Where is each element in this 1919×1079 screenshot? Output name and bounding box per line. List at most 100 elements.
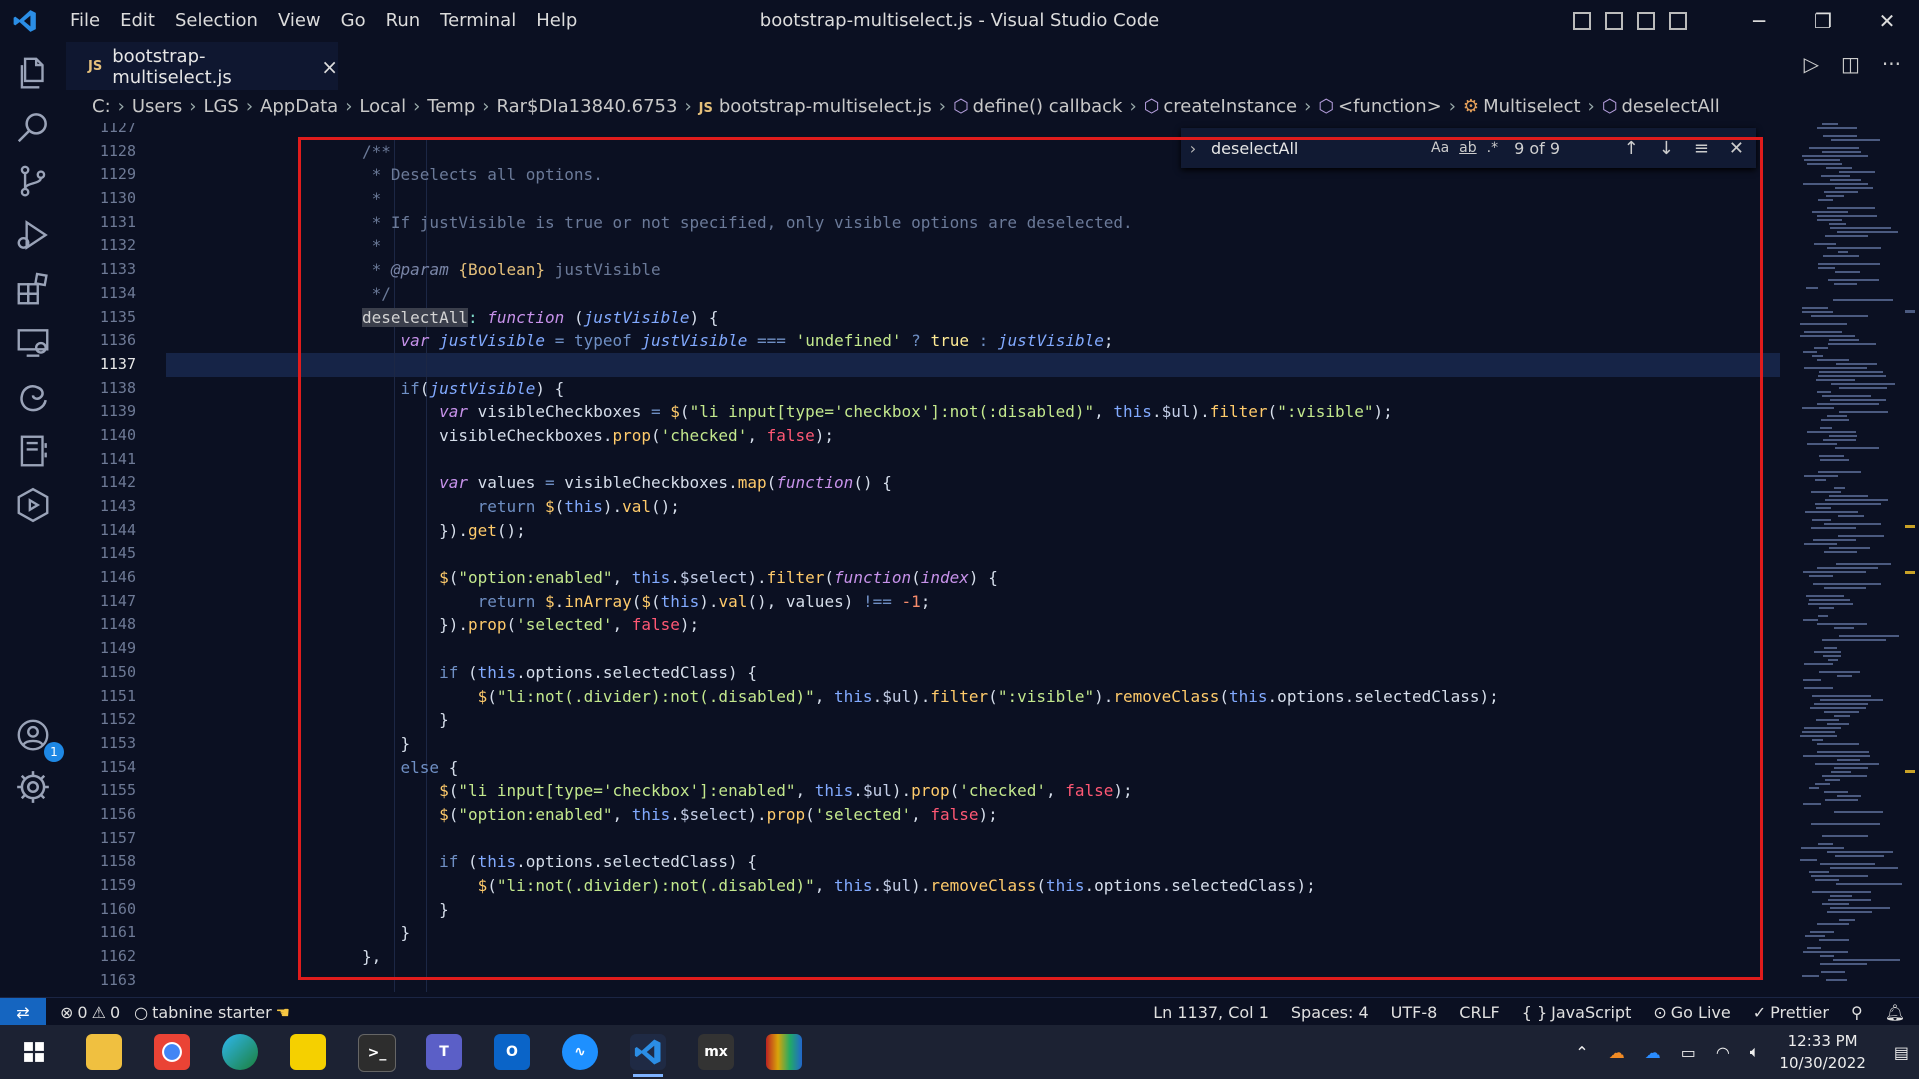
code-line[interactable]: $("li:not(.divider):not(.disabled)", thi… bbox=[166, 684, 1780, 709]
run-debug-icon[interactable] bbox=[12, 214, 54, 256]
volume-icon[interactable]: 🔈︎ bbox=[1750, 1042, 1760, 1062]
breadcrumb-users[interactable]: Users bbox=[128, 96, 186, 117]
code-line[interactable]: * bbox=[166, 234, 1780, 259]
cloud-orange-icon[interactable]: ☁ bbox=[1609, 1043, 1625, 1062]
code-line[interactable] bbox=[166, 637, 1780, 661]
menu-terminal[interactable]: Terminal bbox=[430, 10, 526, 31]
sync-app-icon[interactable]: ∿ bbox=[562, 1034, 598, 1070]
code-line[interactable] bbox=[166, 968, 1780, 993]
close-find-icon[interactable]: ✕ bbox=[1729, 138, 1744, 159]
find-in-selection-icon[interactable]: ≡ bbox=[1694, 138, 1709, 159]
tray-chevron-up-icon[interactable]: ⌃ bbox=[1575, 1043, 1588, 1062]
minimap[interactable] bbox=[1780, 123, 1919, 996]
code-line[interactable]: */ bbox=[166, 281, 1780, 306]
remote-explorer-icon[interactable] bbox=[12, 322, 54, 364]
remote-indicator-icon[interactable]: ⇄ bbox=[0, 998, 46, 1026]
code-line[interactable]: if (this.options.selectedClass) { bbox=[166, 660, 1780, 685]
code-line[interactable]: } bbox=[166, 921, 1780, 946]
breadcrumb-multiselect[interactable]: ⚙ Multiselect bbox=[1459, 96, 1585, 117]
match-case-icon[interactable]: Aa bbox=[1431, 140, 1449, 156]
close-window-button[interactable]: ✕ bbox=[1855, 9, 1919, 33]
windows-start-icon[interactable] bbox=[16, 1034, 52, 1070]
code-line[interactable]: $("option:enabled", this.$select).filter… bbox=[166, 566, 1780, 590]
deploy-icon[interactable] bbox=[12, 484, 54, 526]
encoding[interactable]: UTF-8 bbox=[1391, 1003, 1438, 1022]
menu-view[interactable]: View bbox=[268, 10, 331, 31]
code-line[interactable]: var values = visibleCheckboxes.map(funct… bbox=[166, 471, 1780, 495]
split-editor-icon[interactable]: ◫ bbox=[1841, 52, 1860, 76]
code-line[interactable]: else { bbox=[166, 755, 1780, 780]
code-line[interactable]: return $(this).val(); bbox=[166, 495, 1780, 519]
notebook-icon[interactable] bbox=[12, 430, 54, 472]
accounts-icon[interactable]: 1 bbox=[12, 714, 64, 762]
code-line[interactable]: if(justVisible) { bbox=[166, 376, 1780, 401]
mx-app-icon[interactable]: mx bbox=[698, 1034, 734, 1070]
source-control-icon[interactable] bbox=[12, 160, 54, 202]
terminal-icon[interactable]: >_ bbox=[358, 1034, 396, 1072]
tabnine-status[interactable]: ○ tabnine starter ☚ bbox=[134, 1003, 290, 1022]
code-line[interactable]: }).get(); bbox=[166, 518, 1780, 543]
restore-button[interactable]: ❐ bbox=[1791, 9, 1855, 33]
edge-browser-icon[interactable] bbox=[222, 1034, 258, 1070]
teams-icon[interactable]: T bbox=[426, 1034, 462, 1070]
breadcrumb-lgs[interactable]: LGS bbox=[199, 96, 242, 117]
minimize-button[interactable]: ─ bbox=[1727, 9, 1791, 33]
code-line[interactable]: } bbox=[166, 708, 1780, 732]
winrar-icon[interactable] bbox=[766, 1034, 802, 1070]
code-line[interactable] bbox=[166, 352, 1780, 377]
code-editor[interactable]: 1127 1128 1129 1130 1131 1132 1133 1134 1135 1136… bbox=[66, 123, 1780, 996]
menu-help[interactable]: Help bbox=[526, 10, 587, 31]
tab-bootstrap-multiselect[interactable]: JS bootstrap-multiselect.js × bbox=[66, 42, 338, 90]
outlook-icon[interactable]: O bbox=[494, 1034, 530, 1070]
language-mode[interactable]: { } JavaScript bbox=[1522, 1003, 1632, 1022]
toggle-primary-sidebar-icon[interactable] bbox=[1573, 12, 1591, 30]
code-line[interactable]: $("li:not(.divider):not(.disabled)", thi… bbox=[166, 874, 1780, 898]
toggle-panel-icon[interactable] bbox=[1605, 12, 1623, 30]
match-whole-word-icon[interactable]: ab bbox=[1459, 140, 1476, 156]
run-code-icon[interactable]: ▷ bbox=[1804, 52, 1819, 76]
code-line[interactable]: } bbox=[166, 731, 1780, 756]
vscode-taskbar-icon[interactable] bbox=[630, 1034, 666, 1070]
more-actions-icon[interactable]: ··· bbox=[1882, 52, 1901, 76]
customize-layout-icon[interactable] bbox=[1669, 12, 1687, 30]
code-line[interactable]: * If justVisible is true or not specifie… bbox=[166, 210, 1780, 235]
menu-edit[interactable]: Edit bbox=[110, 10, 165, 31]
code-line[interactable]: $("option:enabled", this.$select).prop('… bbox=[166, 802, 1780, 827]
toggle-replace-icon[interactable]: › bbox=[1181, 139, 1205, 158]
explorer-icon[interactable] bbox=[12, 52, 54, 94]
chrome-icon[interactable] bbox=[154, 1034, 190, 1070]
close-tab-icon[interactable]: × bbox=[321, 55, 338, 79]
breadcrumb-drive[interactable]: C: bbox=[88, 96, 115, 117]
code-line[interactable] bbox=[166, 542, 1780, 567]
breadcrumb-temp[interactable]: Temp bbox=[423, 96, 479, 117]
settings-gear-icon[interactable] bbox=[12, 766, 54, 808]
breadcrumb-rar-folder[interactable]: Rar$DIa13840.6753 bbox=[492, 96, 681, 117]
next-match-icon[interactable]: ↓ bbox=[1659, 138, 1674, 159]
menu-run[interactable]: Run bbox=[376, 10, 431, 31]
breadcrumb-createinstance[interactable]: ⬡ createInstance bbox=[1140, 96, 1301, 117]
go-live-button[interactable]: ⊙ Go Live bbox=[1653, 1003, 1730, 1022]
code-line[interactable]: var visibleCheckboxes = $("li input[type… bbox=[166, 400, 1780, 424]
breadcrumb-local[interactable]: Local bbox=[355, 96, 410, 117]
code-line[interactable]: return $.inArray($(this).val(), values) … bbox=[166, 589, 1780, 614]
code-line[interactable]: }, bbox=[166, 945, 1780, 969]
code-line[interactable]: if (this.options.selectedClass) { bbox=[166, 850, 1780, 874]
menu-selection[interactable]: Selection bbox=[165, 10, 268, 31]
notifications-bell-icon[interactable]: 🔔︎ bbox=[1885, 1003, 1905, 1022]
extensions-icon[interactable] bbox=[12, 268, 54, 310]
code-line[interactable]: visibleCheckboxes.prop('checked', false)… bbox=[166, 423, 1780, 448]
edge-devtools-icon[interactable] bbox=[12, 376, 54, 418]
menu-file[interactable]: File bbox=[60, 10, 110, 31]
cursor-position[interactable]: Ln 1137, Col 1 bbox=[1153, 1003, 1269, 1022]
wifi-icon[interactable]: ◠ bbox=[1716, 1043, 1730, 1062]
breadcrumb-deselectall[interactable]: ⬡ deselectAll bbox=[1598, 96, 1724, 117]
code-line[interactable]: deselectAll: function (justVisible) { bbox=[166, 305, 1780, 330]
search-icon[interactable] bbox=[12, 106, 54, 148]
breadcrumb-define-callback[interactable]: ⬡ define() callback bbox=[949, 96, 1127, 117]
code-line[interactable] bbox=[166, 447, 1780, 472]
clock[interactable]: 12:33 PM 10/30/2022 bbox=[1779, 1030, 1865, 1074]
file-explorer-icon[interactable] bbox=[86, 1034, 122, 1070]
line-ending[interactable]: CRLF bbox=[1459, 1003, 1499, 1022]
menu-go[interactable]: Go bbox=[331, 10, 376, 31]
code-line[interactable]: var justVisible = typeof justVisible ===… bbox=[166, 329, 1780, 353]
